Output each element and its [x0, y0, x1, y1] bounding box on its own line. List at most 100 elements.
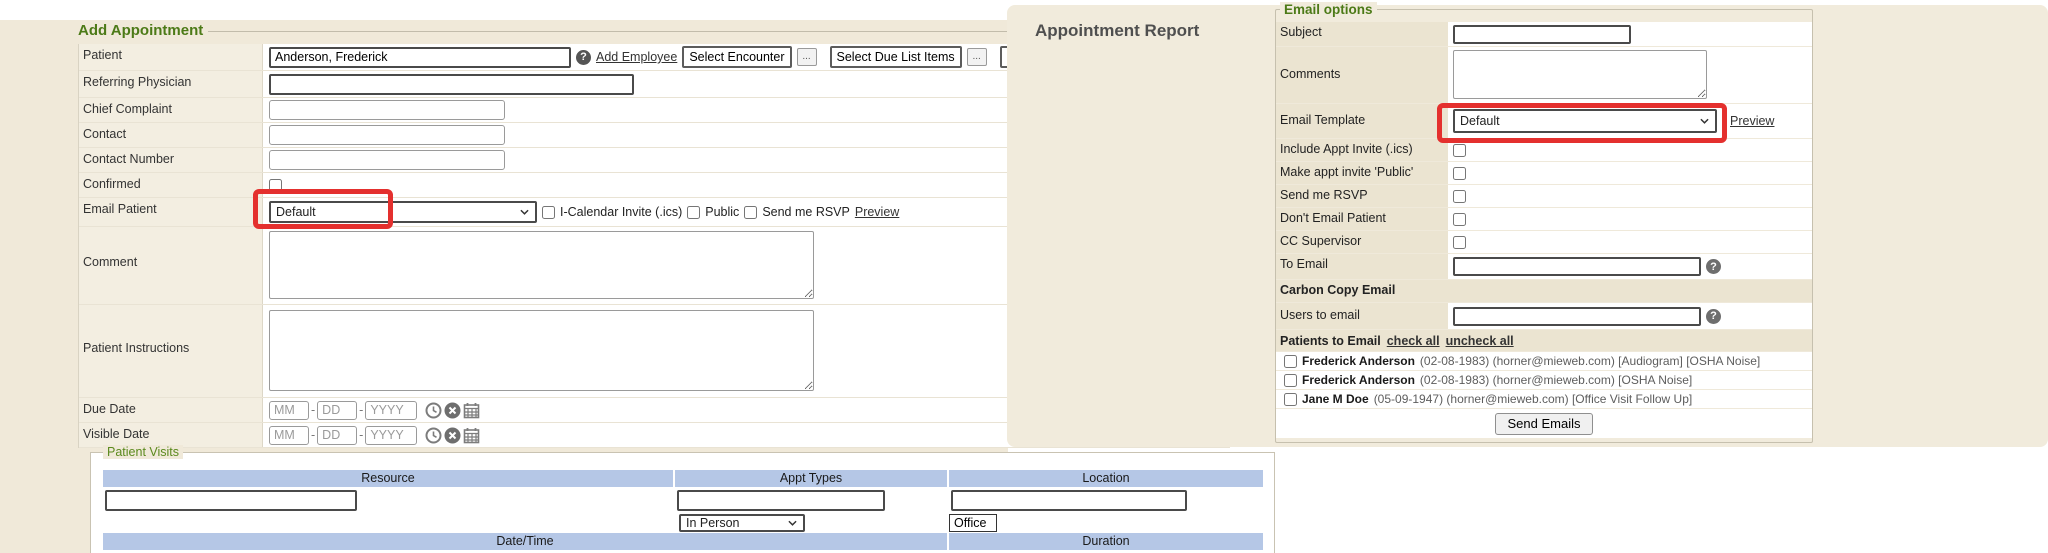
- include-invite-row: Include Appt Invite (.ics): [1276, 139, 1812, 162]
- confirmed-checkbox[interactable]: [269, 179, 282, 192]
- clock-icon[interactable]: [425, 427, 442, 444]
- location-input[interactable]: [951, 490, 1187, 511]
- patient-instructions-textarea[interactable]: [269, 310, 814, 391]
- include-invite-checkbox[interactable]: [1453, 144, 1466, 157]
- appointment-report-title: Appointment Report: [1035, 21, 1199, 41]
- referring-physician-input[interactable]: [269, 74, 634, 95]
- datetime-column-header: Date/Time: [103, 533, 947, 550]
- due-date-yyyy-input[interactable]: [365, 401, 417, 420]
- patient-details: (02-08-1983) (horner@mieweb.com) [OSHA N…: [1420, 373, 1692, 387]
- check-all-link[interactable]: check all: [1387, 334, 1440, 348]
- add-employee-link[interactable]: Add Employee: [596, 50, 677, 64]
- cc-supervisor-row: CC Supervisor: [1276, 231, 1812, 254]
- help-icon[interactable]: ?: [1706, 259, 1721, 274]
- encounter-ellipsis-button[interactable]: ...: [797, 48, 817, 66]
- contact-number-label: Contact Number: [79, 148, 263, 172]
- select-encounter-button[interactable]: Select Encounter: [682, 46, 791, 68]
- cc-supervisor-checkbox[interactable]: [1453, 236, 1466, 249]
- chief-complaint-label: Chief Complaint: [79, 98, 263, 122]
- icalendar-label: I-Calendar Invite (.ics): [560, 205, 682, 219]
- make-public-row: Make appt invite 'Public': [1276, 162, 1812, 185]
- appt-types-input[interactable]: [677, 490, 885, 511]
- visible-date-dd-input[interactable]: [317, 426, 357, 445]
- email-options-title: Email options: [1280, 2, 1377, 17]
- users-to-email-label: Users to email: [1276, 303, 1448, 329]
- comments-label: Comments: [1276, 47, 1448, 103]
- patient-input[interactable]: [269, 47, 571, 68]
- comments-textarea[interactable]: [1453, 50, 1707, 99]
- resource-input[interactable]: [105, 490, 357, 511]
- chief-complaint-input[interactable]: [269, 100, 505, 120]
- comment-textarea[interactable]: [269, 231, 814, 299]
- visible-date-yyyy-input[interactable]: [365, 426, 417, 445]
- patient-name: Frederick Anderson: [1302, 354, 1415, 368]
- patient-checkbox[interactable]: [1284, 355, 1297, 368]
- contact-label: Contact: [79, 123, 263, 147]
- template-preview-link[interactable]: Preview: [1730, 114, 1774, 128]
- clock-icon[interactable]: [425, 402, 442, 419]
- to-email-input[interactable]: [1453, 257, 1701, 276]
- contact-input[interactable]: [269, 125, 505, 145]
- clear-date-icon[interactable]: [444, 402, 461, 419]
- confirmed-label: Confirmed: [79, 173, 263, 197]
- duration-column-header: Duration: [949, 533, 1263, 550]
- subject-row: Subject: [1276, 22, 1812, 47]
- due-list-ellipsis-button[interactable]: ...: [967, 48, 987, 66]
- rsvp-checkbox[interactable]: [744, 206, 757, 219]
- email-template-row: Email Template Default Preview: [1276, 104, 1812, 139]
- patient-details: (05-09-1947) (horner@mieweb.com) [Office…: [1374, 392, 1693, 406]
- chevron-down-icon: [1700, 118, 1709, 124]
- patient-email-row: Frederick Anderson (02-08-1983) (horner@…: [1276, 371, 1812, 390]
- patient-checkbox[interactable]: [1284, 393, 1297, 406]
- dont-email-checkbox[interactable]: [1453, 213, 1466, 226]
- patients-header-row: Patients to Email check all uncheck all: [1276, 330, 1812, 352]
- chevron-down-icon: [788, 520, 797, 526]
- due-date-mm-input[interactable]: [269, 401, 309, 420]
- office-input[interactable]: [949, 514, 997, 532]
- make-public-checkbox[interactable]: [1453, 167, 1466, 180]
- date-separator: -: [359, 428, 363, 442]
- due-date-label: Due Date: [79, 398, 263, 422]
- users-to-email-input[interactable]: [1453, 307, 1701, 326]
- patient-name: Jane M Doe: [1302, 392, 1369, 406]
- uncheck-all-link[interactable]: uncheck all: [1446, 334, 1514, 348]
- carbon-copy-header: Carbon Copy Email: [1276, 280, 1812, 302]
- email-patient-label: Email Patient: [79, 198, 263, 226]
- chevron-down-icon: [520, 209, 529, 215]
- visible-date-mm-input[interactable]: [269, 426, 309, 445]
- public-checkbox[interactable]: [687, 206, 700, 219]
- email-patient-select[interactable]: Default: [269, 201, 537, 223]
- location-column-header: Location: [949, 470, 1263, 487]
- patient-visits-title: Patient Visits: [103, 445, 183, 459]
- select-due-list-button[interactable]: Select Due List Items: [830, 46, 962, 68]
- send-emails-button[interactable]: Send Emails: [1495, 413, 1594, 435]
- to-email-row: To Email ?: [1276, 254, 1812, 280]
- calendar-icon[interactable]: [463, 427, 480, 444]
- due-date-dd-input[interactable]: [317, 401, 357, 420]
- email-template-select[interactable]: Default: [1453, 109, 1717, 133]
- icalendar-checkbox[interactable]: [542, 206, 555, 219]
- add-appointment-title: Add Appointment: [78, 22, 209, 39]
- users-to-email-row: Users to email ?: [1276, 303, 1812, 330]
- subject-input[interactable]: [1453, 25, 1631, 44]
- calendar-icon[interactable]: [463, 402, 480, 419]
- help-icon[interactable]: ?: [576, 50, 591, 65]
- visible-date-label: Visible Date: [79, 423, 263, 447]
- patient-name: Frederick Anderson: [1302, 373, 1415, 387]
- help-icon[interactable]: ?: [1706, 309, 1721, 324]
- visit-mode-select[interactable]: In Person: [679, 514, 805, 532]
- comment-label: Comment: [79, 227, 263, 304]
- patient-instructions-label: Patient Instructions: [79, 305, 263, 397]
- email-template-label: Email Template: [1276, 104, 1448, 138]
- to-email-label: To Email: [1276, 254, 1448, 279]
- clear-date-icon[interactable]: [444, 427, 461, 444]
- patient-visits-fieldset: Patient Visits Resource Appt Types Locat…: [90, 452, 1275, 553]
- carbon-copy-header-row: Carbon Copy Email: [1276, 280, 1812, 303]
- include-invite-label: Include Appt Invite (.ics): [1276, 139, 1448, 161]
- patient-checkbox[interactable]: [1284, 374, 1297, 387]
- rsvp-label: Send me RSVP: [762, 205, 850, 219]
- preview-link[interactable]: Preview: [855, 205, 899, 219]
- cc-supervisor-label: CC Supervisor: [1276, 231, 1448, 253]
- send-rsvp-checkbox[interactable]: [1453, 190, 1466, 203]
- contact-number-input[interactable]: [269, 150, 505, 170]
